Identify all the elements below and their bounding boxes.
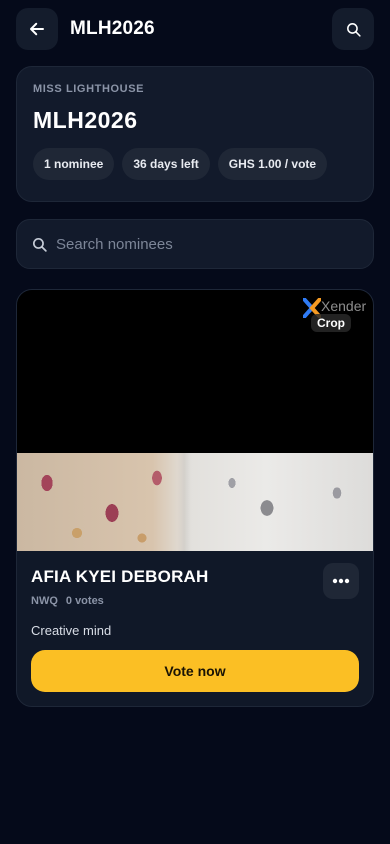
nominee-photo: Xender Crop	[17, 290, 373, 551]
watermark-brand: Xender	[321, 298, 367, 314]
nominee-name: AFIA KYEI DEBORAH	[31, 567, 209, 586]
back-button[interactable]	[16, 8, 58, 50]
event-eyebrow: MISS LIGHTHOUSE	[33, 83, 145, 95]
watermark: Xender Crop	[303, 296, 369, 332]
nominee-bio: Creative mind	[31, 623, 112, 638]
days-left-chip: 36 days left	[122, 148, 210, 180]
nominee-card[interactable]: Xender Crop AFIA KYEI DEBORAH NWQ 0 vote…	[16, 289, 374, 707]
top-bar: MLH2026	[16, 8, 374, 50]
more-horizontal-icon	[332, 578, 350, 584]
vote-count: 0 votes	[65, 595, 104, 607]
vote-now-button[interactable]: Vote now	[31, 650, 359, 692]
more-options-button[interactable]	[323, 563, 359, 599]
search-icon	[32, 237, 47, 252]
nominee-count-chip: 1 nominee	[33, 148, 115, 180]
nominee-code: NWQ	[31, 595, 58, 607]
event-stats: 1 nominee 36 days left GHS 1.00 / vote	[33, 148, 357, 180]
nominee-meta: NWQ 0 votes	[31, 595, 359, 607]
search-bar[interactable]	[16, 219, 374, 269]
search-button[interactable]	[332, 8, 374, 50]
price-per-vote-chip: GHS 1.00 / vote	[217, 148, 328, 180]
search-input[interactable]	[56, 235, 359, 253]
watermark-tag: Crop	[311, 314, 351, 332]
arrow-left-icon	[30, 22, 44, 36]
page: MLH2026 MISS LIGHTHOUSE MLH2026 1 nomine…	[0, 0, 390, 844]
nominee-details: AFIA KYEI DEBORAH NWQ 0 votes Creative m…	[17, 551, 373, 692]
event-info-card: MISS LIGHTHOUSE MLH2026 1 nominee 36 day…	[16, 66, 374, 202]
search-icon	[346, 22, 361, 37]
page-title: MLH2026	[70, 18, 155, 39]
event-title: MLH2026	[33, 107, 138, 133]
